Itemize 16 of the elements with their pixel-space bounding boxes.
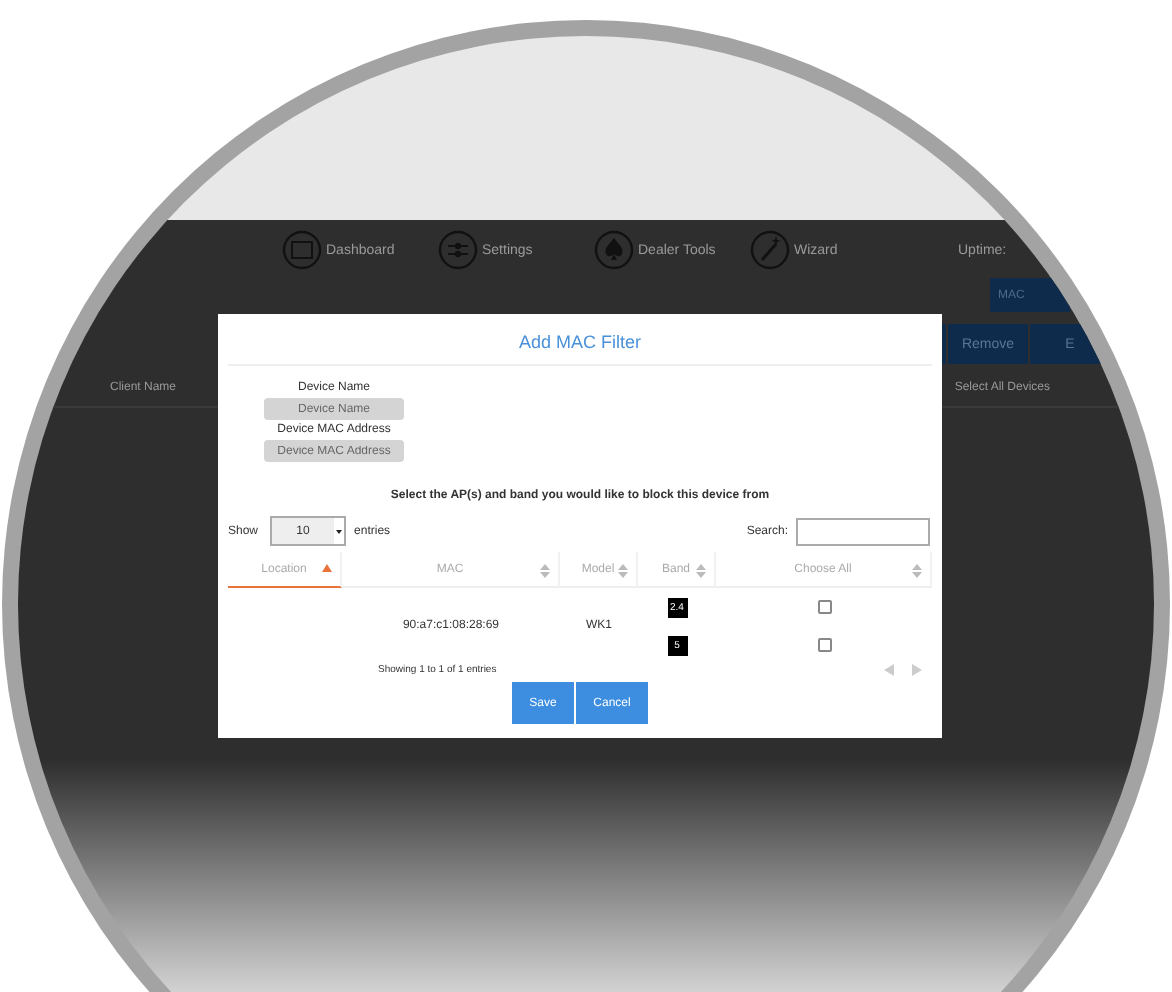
sort-ascending-icon: [322, 564, 332, 572]
next-page-icon: [912, 664, 922, 676]
sort-icon: [540, 564, 550, 578]
checkbox[interactable]: [817, 638, 831, 652]
wand-icon: [750, 230, 790, 270]
monitor-icon: [282, 230, 322, 270]
sliders-icon: [438, 230, 478, 270]
spade-icon: [594, 230, 634, 270]
previous-page-icon: [884, 664, 894, 676]
checkbox[interactable]: [817, 600, 831, 614]
search-field[interactable]: [796, 517, 930, 545]
sort-icon: [912, 564, 922, 578]
caret-icon: [334, 518, 345, 544]
sort-icon: [618, 564, 628, 578]
sort-icon: [696, 564, 706, 578]
dialog-title: Add MAC Filter: [228, 314, 932, 366]
